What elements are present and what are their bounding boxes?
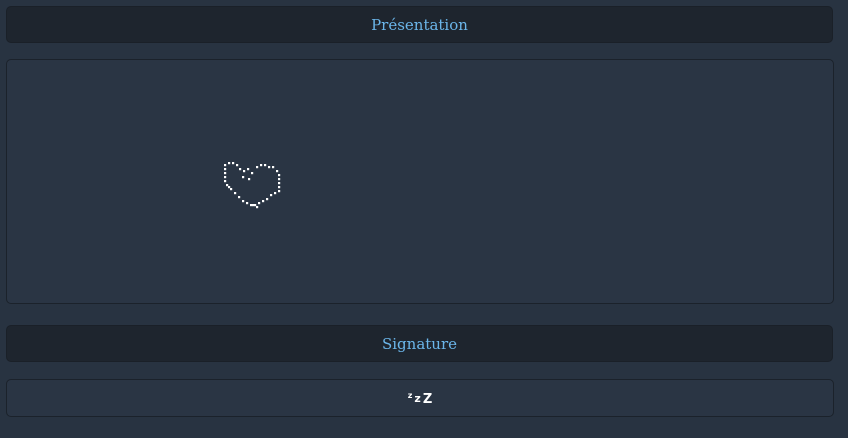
heart-dot [224,180,227,183]
heart-dot [242,200,245,203]
heart-dot [272,166,275,169]
presentation-title: Présentation [371,15,468,34]
heart-dot [224,176,227,179]
heart-dot [256,206,259,209]
heart-dot [246,202,249,205]
dotted-heart-icon [224,162,281,209]
sleeping-zzz-icon: zzZ [407,391,433,407]
heart-dot [234,192,237,195]
heart-dot [270,194,273,197]
heart-dot [230,188,233,191]
heart-dot [236,164,239,167]
heart-dot [264,164,267,167]
heart-dot [247,168,250,171]
heart-dot [228,186,231,189]
heart-dot [242,176,245,179]
heart-dot [252,204,255,207]
heart-dot [239,168,242,171]
presentation-section-header[interactable]: Présentation [6,6,833,43]
heart-dot [238,196,241,199]
heart-dot [226,184,229,187]
heart-dot [274,192,277,195]
heart-dot [232,162,235,165]
heart-dot [262,200,265,203]
heart-dot [228,162,231,165]
signature-title: Signature [381,334,457,353]
heart-dot [260,164,263,167]
heart-dot [250,204,253,207]
heart-dot [278,190,281,193]
heart-dot [256,166,259,169]
heart-dot [278,174,281,177]
heart-dot [258,202,261,205]
heart-dot [278,186,281,189]
heart-dot [248,178,251,181]
heart-dot [251,172,254,175]
heart-dot [276,170,279,173]
heart-dot [278,182,281,185]
heart-dot [224,172,227,175]
signature-content-panel: zzZ [6,379,834,417]
heart-dot [254,204,257,207]
heart-dot [224,164,227,167]
presentation-content-panel [6,59,834,304]
heart-dot [268,166,271,169]
heart-dot [278,178,281,181]
heart-dot [243,170,246,173]
heart-dot [266,198,269,201]
heart-dot [224,168,227,171]
signature-section-header[interactable]: Signature [6,325,833,362]
profile-page: Présentation Signature zzZ [0,0,848,438]
